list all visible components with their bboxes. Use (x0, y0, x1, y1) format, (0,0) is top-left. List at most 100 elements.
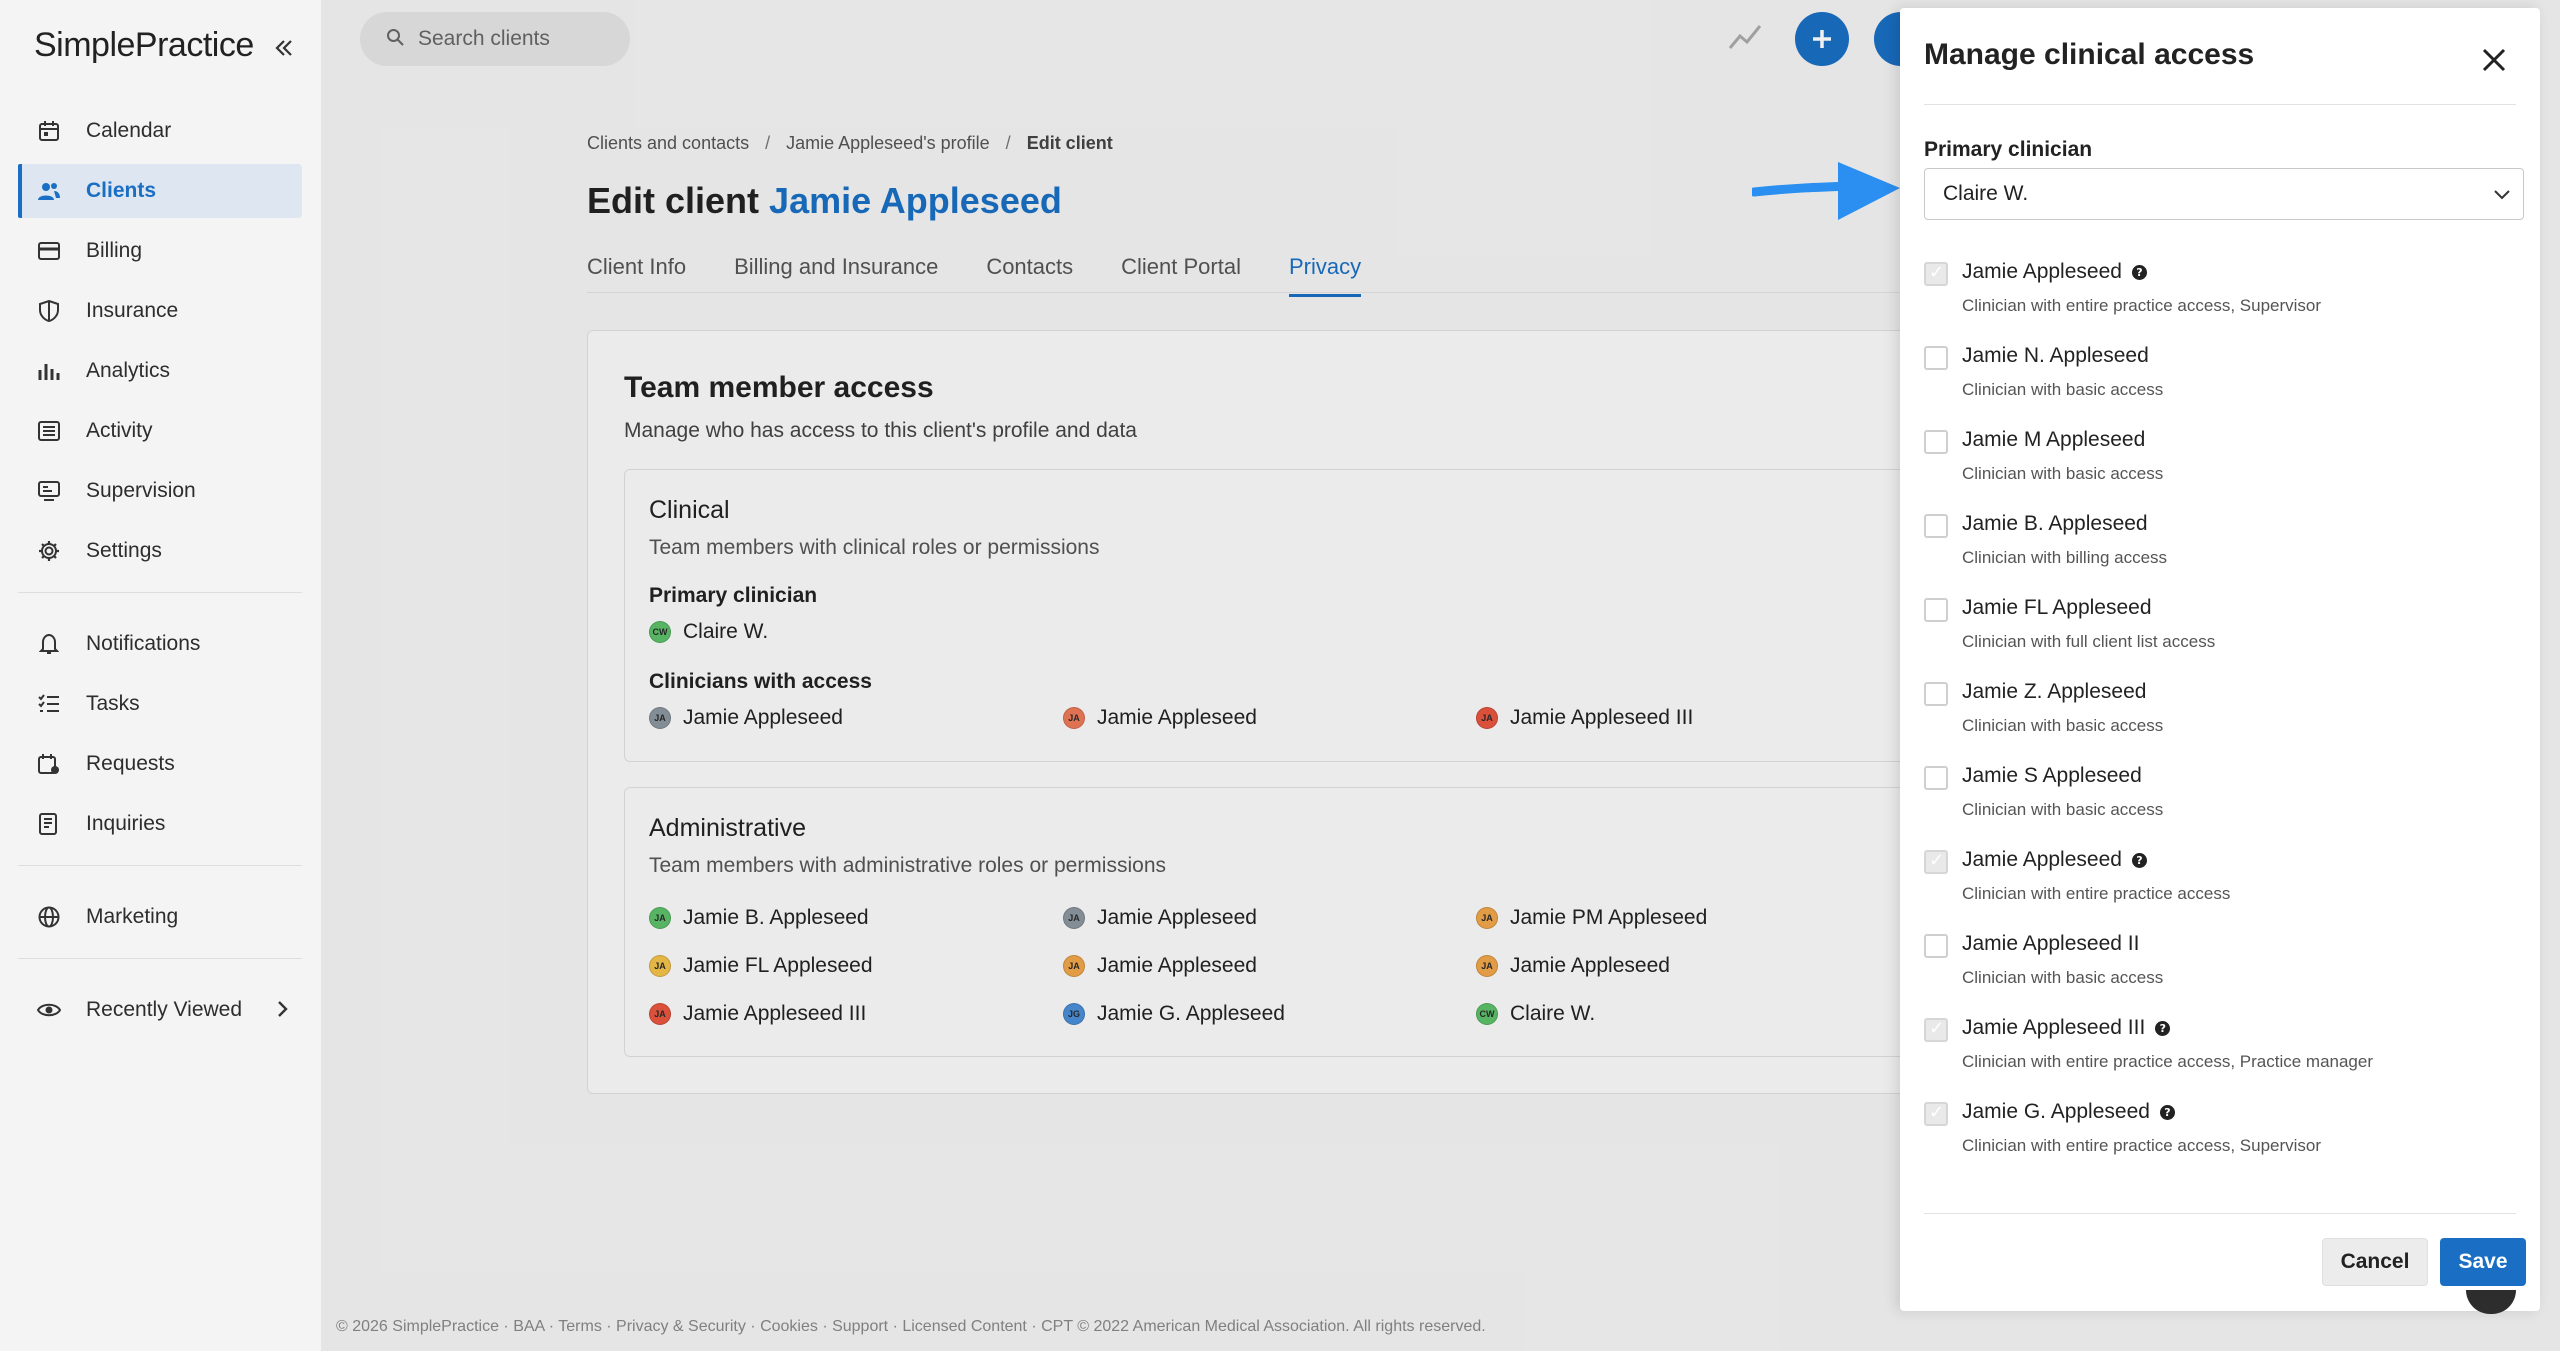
sidebar-item-label: Insurance (86, 299, 179, 322)
clinician-option-desc: Clinician with basic access (1962, 800, 2164, 819)
clinician-option-name: Jamie S Appleseed (1962, 764, 2142, 787)
clinician-checkbox[interactable] (1924, 850, 1948, 874)
clinician-option-name: Jamie M Appleseed (1962, 428, 2146, 451)
sidebar-item-clients[interactable]: Clients (18, 164, 302, 218)
clinician-checkbox[interactable] (1924, 430, 1948, 454)
clinician-checkbox[interactable] (1924, 598, 1948, 622)
clinician-option: Jamie Appleseed? Clinician with entire p… (1924, 258, 2524, 342)
sidebar-item-label: Notifications (86, 632, 201, 655)
sidebar-item-label: Inquiries (86, 812, 166, 835)
clinician-option: Jamie FL Appleseed Clinician with full c… (1924, 594, 2524, 678)
clinician-option: Jamie Appleseed III? Clinician with enti… (1924, 1014, 2524, 1098)
clinician-option: Jamie Appleseed II Clinician with basic … (1924, 930, 2524, 1014)
arrow-annotation-icon (1749, 158, 1902, 229)
sidebar-item-label: Settings (86, 539, 162, 562)
app-logo[interactable]: SimplePractice (34, 26, 254, 65)
credit-card-icon (36, 238, 62, 264)
close-icon[interactable] (2478, 44, 2510, 76)
clinician-option-desc: Clinician with entire practice access (1962, 884, 2231, 903)
sidebar-item-label: Requests (86, 752, 175, 775)
primary-clinician-label: Primary clinician (1924, 138, 2093, 161)
manage-clinical-access-drawer: Manage clinical access Primary clinician… (1900, 8, 2540, 1311)
sidebar-item-tasks[interactable]: Tasks (18, 677, 302, 731)
help-icon[interactable]: ? (2155, 1020, 2171, 1036)
clinician-option-name: Jamie Appleseed III? (1962, 1016, 2171, 1040)
clinician-option: Jamie B. Appleseed Clinician with billin… (1924, 510, 2524, 594)
clinician-checkbox[interactable] (1924, 766, 1948, 790)
clinician-name: Jamie G. Appleseed (1962, 1100, 2150, 1123)
help-icon[interactable]: ? (2131, 264, 2147, 280)
bar-chart-icon (36, 358, 62, 384)
clinician-option-name: Jamie Appleseed? (1962, 848, 2147, 872)
sidebar-item-calendar[interactable]: Calendar (18, 104, 302, 158)
sidebar-nav: Calendar Clients Billing Insurance Analy… (18, 104, 302, 1043)
help-icon[interactable]: ? (2159, 1104, 2175, 1120)
clinician-checkbox[interactable] (1924, 346, 1948, 370)
drawer-footer-divider (1924, 1213, 2516, 1214)
sidebar-item-marketing[interactable]: Marketing (18, 890, 302, 944)
sidebar-item-label: Tasks (86, 692, 140, 715)
clinician-option-desc: Clinician with full client list access (1962, 632, 2216, 651)
sidebar-item-requests[interactable]: Requests (18, 737, 302, 791)
clinician-option-desc: Clinician with basic access (1962, 464, 2164, 483)
inquiries-icon (36, 811, 62, 837)
clinician-checkbox[interactable] (1924, 1102, 1948, 1126)
clinician-checkbox[interactable] (1924, 262, 1948, 286)
sidebar-item-notifications[interactable]: Notifications (18, 617, 302, 671)
gear-icon (36, 538, 62, 564)
clinician-option-desc: Clinician with billing access (1962, 548, 2168, 567)
clinician-checkbox-list: Jamie Appleseed? Clinician with entire p… (1924, 258, 2524, 1198)
clinician-checkbox[interactable] (1924, 934, 1948, 958)
clinician-option: Jamie Z. Appleseed Clinician with basic … (1924, 678, 2524, 762)
sidebar-item-label: Marketing (86, 905, 179, 928)
sidebar-item-label: Activity (86, 419, 153, 442)
calendar-request-icon (36, 751, 62, 777)
clinician-option-desc: Clinician with basic access (1962, 716, 2164, 735)
clinician-option: Jamie S Appleseed Clinician with basic a… (1924, 762, 2524, 846)
clinician-checkbox[interactable] (1924, 682, 1948, 706)
calendar-icon (36, 118, 62, 144)
clinician-option-name: Jamie Z. Appleseed (1962, 680, 2147, 703)
sidebar: SimplePractice Calendar Clients Billing … (0, 0, 322, 1351)
clinician-option-desc: Clinician with entire practice access, P… (1962, 1052, 2374, 1071)
sidebar-item-recently-viewed[interactable]: Recently Viewed (18, 983, 302, 1037)
eye-icon (36, 997, 62, 1023)
collapse-sidebar-icon[interactable] (270, 34, 298, 62)
sidebar-item-settings[interactable]: Settings (18, 524, 302, 578)
sidebar-item-label: Clients (86, 179, 157, 202)
primary-clinician-select[interactable]: Claire W. (1924, 168, 2524, 220)
shield-icon (36, 298, 62, 324)
chevron-right-icon (276, 998, 290, 1025)
sidebar-item-insurance[interactable]: Insurance (18, 284, 302, 338)
users-icon (36, 178, 62, 204)
clinician-checkbox[interactable] (1924, 1018, 1948, 1042)
select-value: Claire W. (1943, 182, 2029, 205)
cancel-button[interactable]: Cancel (2322, 1238, 2428, 1286)
clinician-name: Jamie Appleseed III (1962, 1016, 2146, 1039)
sidebar-item-supervision[interactable]: Supervision (18, 464, 302, 518)
clinician-option-desc: Clinician with basic access (1962, 968, 2164, 987)
sidebar-item-analytics[interactable]: Analytics (18, 344, 302, 398)
sidebar-divider (18, 592, 302, 593)
sidebar-item-activity[interactable]: Activity (18, 404, 302, 458)
sidebar-item-label: Analytics (86, 359, 171, 382)
clinician-option-name: Jamie Appleseed? (1962, 260, 2147, 284)
list-icon (36, 418, 62, 444)
sidebar-divider (18, 958, 302, 959)
clinician-checkbox[interactable] (1924, 514, 1948, 538)
drawer-divider (1924, 104, 2516, 105)
bell-icon (36, 631, 62, 657)
supervision-icon (36, 478, 62, 504)
help-icon[interactable]: ? (2131, 852, 2147, 868)
sidebar-item-label: Billing (86, 239, 143, 262)
clinician-option: Jamie G. Appleseed? Clinician with entir… (1924, 1098, 2524, 1182)
clinician-name: Jamie Appleseed (1962, 848, 2122, 871)
clinician-option-name: Jamie N. Appleseed (1962, 344, 2149, 367)
globe-icon (36, 904, 62, 930)
drawer-title: Manage clinical access (1924, 38, 2255, 71)
sidebar-item-billing[interactable]: Billing (18, 224, 302, 278)
save-button[interactable]: Save (2440, 1238, 2526, 1286)
clinician-option: Jamie Appleseed? Clinician with entire p… (1924, 846, 2524, 930)
tasks-icon (36, 691, 62, 717)
sidebar-item-inquiries[interactable]: Inquiries (18, 797, 302, 851)
